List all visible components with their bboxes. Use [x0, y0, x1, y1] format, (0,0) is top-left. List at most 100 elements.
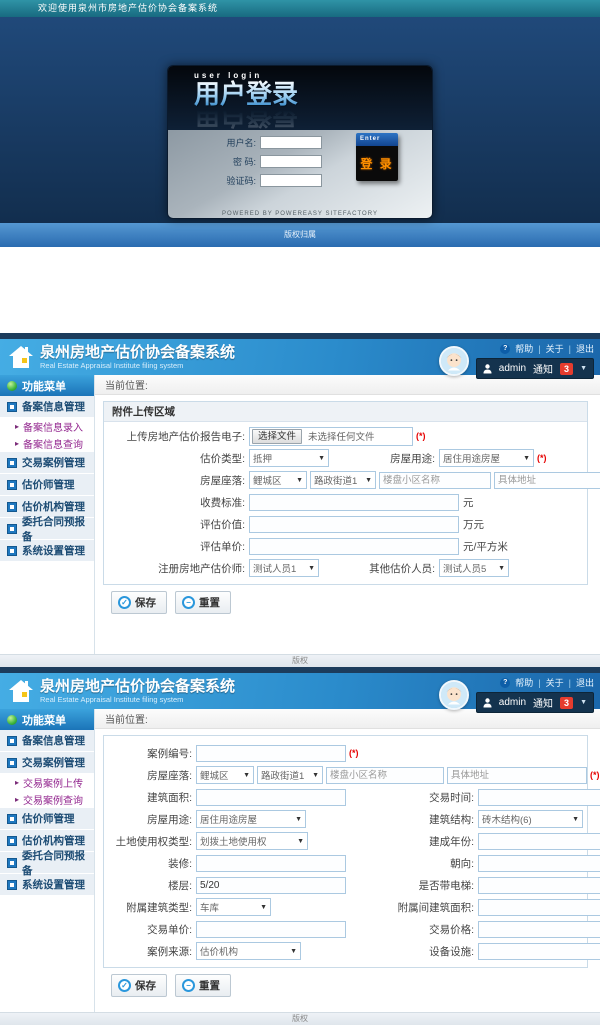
area-input[interactable]: [196, 789, 346, 806]
sidebar-subitem-trade-upload[interactable]: ▸ 交易案例上传: [0, 774, 94, 791]
sidebar-subitem-filing-query[interactable]: ▸ 备案信息查询: [0, 435, 94, 452]
username-input[interactable]: [260, 136, 322, 149]
notice-badge[interactable]: 3: [560, 363, 573, 375]
notice-badge[interactable]: 3: [560, 697, 573, 709]
admin-bar[interactable]: admin 通知 3 ▼: [476, 358, 594, 379]
avatar-face-icon: [441, 682, 467, 708]
house-usage-select[interactable]: 居住用途房屋▼: [439, 449, 534, 467]
enter-caption: Enter: [356, 133, 398, 146]
structure-select[interactable]: 砖木结构(6)▼: [478, 810, 583, 828]
sidebar-item-filing-info[interactable]: 备案信息管理: [0, 396, 94, 418]
attachment-panel: 附件上传区域 上传房地产估价报告电子: 选择文件 未选择任何文件 (*): [103, 401, 588, 585]
sidebar-item-appraisers[interactable]: 估价师管理: [0, 808, 94, 830]
annex-area-input[interactable]: [478, 899, 600, 916]
sidebar-item-trade-cases[interactable]: 交易案例管理: [0, 752, 94, 774]
select-arrow-icon: ▼: [572, 816, 579, 823]
floor-input[interactable]: [196, 877, 346, 894]
source-facility-row: 案例来源: 估价机构▼ 设备设施:: [104, 940, 581, 962]
logout-link[interactable]: 退出: [576, 676, 594, 689]
help-icon: ?: [500, 678, 510, 688]
chevron-down-icon[interactable]: ▼: [580, 699, 587, 706]
year-input[interactable]: [478, 833, 600, 850]
district-select[interactable]: 鲤城区▼: [196, 766, 254, 784]
select-arrow-icon: ▼: [312, 772, 319, 779]
logout-link[interactable]: 退出: [576, 342, 594, 355]
password-input[interactable]: [260, 155, 322, 168]
appraisal-type-select[interactable]: 抵押▼: [249, 449, 329, 467]
structure-label: 建筑结构:: [366, 812, 478, 827]
about-link[interactable]: 关于: [546, 342, 564, 355]
notice-label[interactable]: 通知: [533, 695, 553, 710]
house-logo-icon: [8, 344, 34, 370]
facility-label: 设备设施:: [366, 944, 478, 959]
save-button[interactable]: ✓ 保存: [111, 974, 167, 997]
street-select[interactable]: 路政街道1▼: [257, 766, 323, 784]
login-submit-button[interactable]: Enter 登 录: [356, 133, 398, 181]
appraiser-select[interactable]: 测试人员1▼: [249, 559, 319, 577]
sidebar-item-contracts[interactable]: 委托合同预报备: [0, 518, 94, 540]
elevator-input[interactable]: [478, 877, 600, 894]
user-avatar[interactable]: [439, 346, 469, 376]
sidebar-item-contracts[interactable]: 委托合同预报备: [0, 852, 94, 874]
address-input[interactable]: [494, 472, 600, 489]
sidebar-item-filing-info[interactable]: 备案信息管理: [0, 730, 94, 752]
menu-square-icon: [7, 836, 17, 846]
address-input[interactable]: [447, 767, 587, 784]
house-usage-label: 房屋用途:: [329, 451, 439, 466]
value-label: 评估价值:: [104, 517, 249, 532]
save-button[interactable]: ✓ 保存: [111, 591, 167, 614]
decoration-label: 装修:: [104, 856, 196, 871]
orientation-input[interactable]: [478, 855, 600, 872]
sidebar-item-settings[interactable]: 系统设置管理: [0, 540, 94, 562]
trade-time-input[interactable]: [478, 789, 600, 806]
other-appraiser-label: 其他估价人员:: [319, 561, 439, 576]
admin-bar[interactable]: admin 通知 3 ▼: [476, 692, 594, 713]
sidebar-item-trade-cases[interactable]: 交易案例管理: [0, 452, 94, 474]
case-no-input[interactable]: [196, 745, 346, 762]
top-links: ? 帮助 | 关于 | 退出: [476, 342, 594, 355]
notice-label[interactable]: 通知: [533, 361, 553, 376]
login-fields: 用户名: 密 码: 验证码:: [220, 136, 322, 193]
annex-type-select[interactable]: 车库▼: [196, 898, 271, 916]
help-link[interactable]: 帮助: [515, 342, 533, 355]
about-link[interactable]: 关于: [546, 676, 564, 689]
sidebar-item-settings[interactable]: 系统设置管理: [0, 874, 94, 896]
sidebar-item-appraisers[interactable]: 估价师管理: [0, 474, 94, 496]
reset-button[interactable]: − 重置: [175, 974, 231, 997]
sidebar-subitem-trade-query[interactable]: ▸ 交易案例查询: [0, 791, 94, 808]
usage-select[interactable]: 居住用途房屋▼: [196, 810, 306, 828]
form1-buttons: ✓ 保存 − 重置: [103, 585, 588, 614]
community-input[interactable]: [379, 472, 491, 489]
chevron-down-icon[interactable]: ▼: [580, 365, 587, 372]
file-input[interactable]: 选择文件 未选择任何文件: [249, 427, 413, 446]
user-avatar[interactable]: [439, 680, 469, 710]
welcome-bar: 欢迎使用泉州市房地产估价协会备案系统: [0, 0, 600, 17]
app-subtitle: Real Estate Appraisal Institute filing s…: [40, 695, 235, 704]
trade-case-panel: 案例编号: (*) 房屋座落: 鲤城区▼ 路政街道1▼: [103, 735, 588, 968]
sidebar-subitem-filing-entry[interactable]: ▸ 备案信息录入: [0, 418, 94, 435]
captcha-input[interactable]: [260, 174, 322, 187]
appraiser-row: 注册房地产估价师: 测试人员1▼ 其他估价人员: 测试人员5▼: [104, 557, 581, 579]
street-select[interactable]: 路政街道1▼: [310, 471, 376, 489]
menu-square-icon: [7, 736, 17, 746]
source-select[interactable]: 估价机构▼: [196, 942, 301, 960]
menu-square-icon: [7, 858, 17, 868]
choose-file-button[interactable]: 选择文件: [252, 429, 302, 444]
unitprice-input[interactable]: [249, 538, 459, 555]
facility-input[interactable]: [478, 943, 600, 960]
login-bottom-gap: [0, 247, 600, 333]
annex-area-label: 附属间建筑面积:: [366, 900, 478, 915]
land-select[interactable]: 划拨土地使用权▼: [196, 832, 308, 850]
fee-input[interactable]: [249, 494, 459, 511]
district-select[interactable]: 鲤城区▼: [249, 471, 307, 489]
price-input[interactable]: [478, 921, 600, 938]
community-input[interactable]: [326, 767, 444, 784]
unit-price-input[interactable]: [196, 921, 346, 938]
link-divider: |: [538, 344, 540, 354]
value-input[interactable]: [249, 516, 459, 533]
help-link[interactable]: 帮助: [515, 676, 533, 689]
reset-button[interactable]: − 重置: [175, 591, 231, 614]
annex-type-label: 附属建筑类型:: [104, 900, 196, 915]
decoration-input[interactable]: [196, 855, 346, 872]
other-appraiser-select[interactable]: 测试人员5▼: [439, 559, 509, 577]
